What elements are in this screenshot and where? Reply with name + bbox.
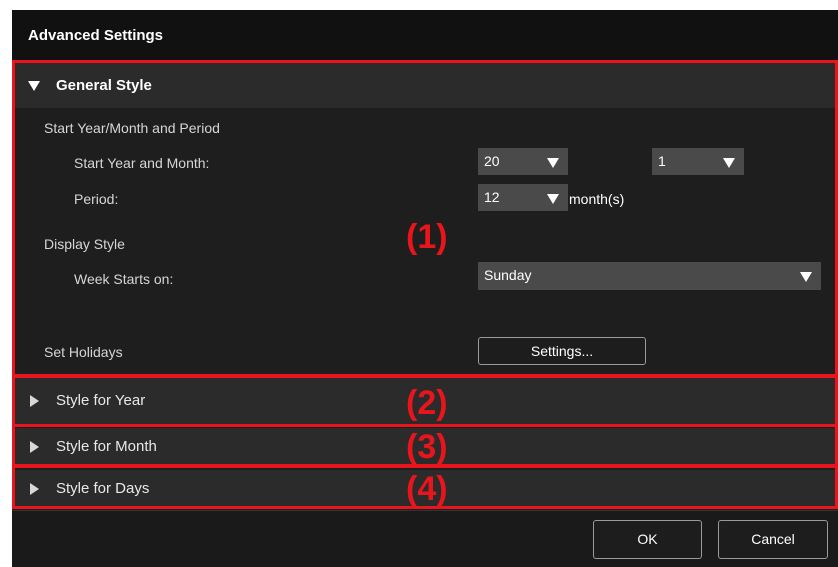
dialog-title: Advanced Settings [28, 27, 164, 44]
annotation-label-2: (2) [406, 384, 448, 422]
ok-button[interactable]: OK [593, 520, 702, 559]
dialog-footer: OK Cancel [12, 510, 838, 567]
annotation-label-4: (4) [406, 470, 448, 508]
annotation-label-1: (1) [406, 218, 448, 256]
title-bar: Advanced Settings [12, 10, 838, 61]
cancel-button[interactable]: Cancel [718, 520, 828, 559]
advanced-settings-dialog: Advanced Settings General Style Start Ye… [12, 10, 838, 567]
annotation-label-3: (3) [406, 428, 448, 466]
